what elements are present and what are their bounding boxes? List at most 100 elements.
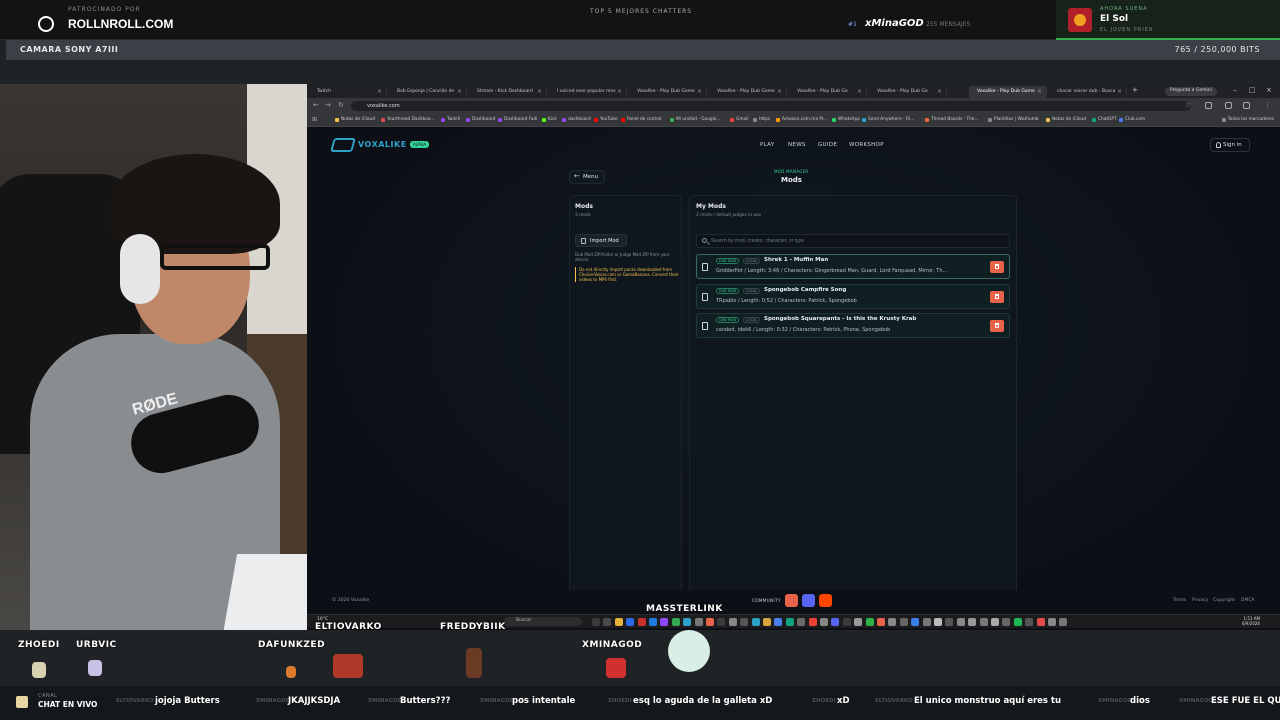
reddit-icon[interactable]	[819, 594, 832, 607]
nav-play[interactable]: PLAY	[760, 142, 774, 148]
delete-mod-button[interactable]	[990, 291, 1004, 303]
bookmark-item[interactable]: Club.com	[1119, 117, 1145, 122]
menu-button[interactable]: ← Menu	[569, 170, 605, 184]
browser-tab[interactable]: Twitch ×	[309, 86, 387, 98]
footer-privacy-link[interactable]: Privacy	[1192, 598, 1208, 603]
taskbar-clock[interactable]: 1:51 AM 6/9/2026	[1242, 616, 1260, 626]
close-icon[interactable]: ×	[697, 88, 702, 95]
profile-icon[interactable]	[1243, 102, 1250, 109]
taskbar-app-icon[interactable]	[934, 618, 942, 626]
extensions-icon[interactable]	[1205, 102, 1212, 109]
nav-workshop[interactable]: WORKSHOP	[849, 142, 884, 148]
footer-copyright-link[interactable]: Copyright	[1213, 598, 1235, 603]
close-window-icon[interactable]: ×	[1266, 86, 1272, 94]
bookmark-item[interactable]: Yourthread Dashboa...	[381, 117, 435, 122]
bookmark-item[interactable]: Thread Boards - The...	[925, 117, 979, 122]
new-tab-icon[interactable]: +	[1132, 86, 1138, 94]
bookmark-item[interactable]: https	[753, 117, 770, 122]
bookmark-item[interactable]: Notas de iCloud	[1046, 117, 1086, 122]
nav-news[interactable]: NEWS	[788, 142, 806, 148]
taskbar-app-icon[interactable]	[831, 618, 840, 626]
browser-tab[interactable]: Bob Esponja | Canción de ×	[389, 86, 467, 98]
taskbar-app-icon[interactable]	[706, 618, 714, 626]
nav-guide[interactable]: GUIDE	[818, 142, 837, 148]
logo-text[interactable]: VOXALIKE	[358, 140, 407, 149]
taskbar-app-icon[interactable]	[774, 618, 783, 626]
mod-list-item[interactable]: DUB MOD LOCAL Spongebob Campfire Song TR…	[696, 284, 1010, 309]
delete-mod-button[interactable]	[990, 320, 1004, 332]
taskbar-app-icon[interactable]	[603, 618, 612, 626]
forward-icon[interactable]: →	[325, 101, 331, 109]
bookmark-item[interactable]: WhatsApp	[832, 117, 860, 122]
taskbar-app-icon[interactable]	[1036, 618, 1045, 626]
bookmark-item[interactable]: Dashboard Fadi	[498, 117, 537, 122]
taskbar-app-icon[interactable]	[797, 618, 806, 626]
taskbar-app-icon[interactable]	[637, 618, 646, 626]
taskbar-app-icon[interactable]	[842, 618, 851, 626]
bookmark-item[interactable]: dashboard	[562, 117, 591, 122]
downloads-icon[interactable]	[1225, 102, 1232, 109]
close-icon[interactable]: ×	[377, 88, 382, 95]
reload-icon[interactable]: ↻	[338, 101, 344, 109]
voxalike-logo-icon[interactable]	[330, 138, 356, 152]
back-icon[interactable]: ←	[313, 101, 319, 109]
taskbar-app-icon[interactable]	[785, 618, 794, 626]
taskbar-app-icon[interactable]	[717, 618, 726, 626]
taskbar-app-icon[interactable]	[865, 618, 874, 626]
taskbar-app-icon[interactable]	[979, 618, 988, 626]
close-icon[interactable]: ×	[857, 88, 862, 95]
taskbar-app-icon[interactable]	[945, 618, 954, 626]
bookmark-item[interactable]: YouTube	[594, 117, 617, 122]
browser-tab[interactable]: Voxalike - Play Dub Ga ×	[869, 86, 947, 98]
taskbar-app-icon[interactable]	[683, 618, 692, 626]
youtube-icon[interactable]	[785, 594, 798, 607]
close-icon[interactable]: ×	[777, 88, 782, 95]
url-field[interactable]	[351, 101, 1191, 111]
browser-tab[interactable]: Stream - Kick Dashboard ×	[469, 86, 547, 98]
close-icon[interactable]: ×	[457, 88, 462, 95]
mod-list-item[interactable]: DUB MOD LOCAL Shrek 1 - Muffin Man Gridd…	[696, 254, 1010, 279]
taskbar-app-icon[interactable]	[740, 618, 749, 626]
taskbar-app-icon[interactable]	[1013, 618, 1022, 626]
taskbar-app-icon[interactable]	[1002, 618, 1011, 626]
taskbar-app-icon[interactable]	[763, 618, 771, 626]
bookmark-star-icon[interactable]: ☆	[1185, 101, 1191, 109]
close-icon[interactable]: ×	[537, 88, 542, 95]
import-mod-button[interactable]: Import Mod	[575, 234, 627, 247]
taskbar-app-icon[interactable]	[991, 618, 999, 626]
browser-tab[interactable]: Voxalike - Play Dub Ga ×	[789, 86, 867, 98]
taskbar-app-icon[interactable]	[751, 618, 760, 626]
taskbar-app-icon[interactable]	[877, 618, 885, 626]
taskbar-app-icon[interactable]	[899, 618, 908, 626]
taskbar-app-icon[interactable]	[592, 618, 600, 626]
taskbar-app-icon[interactable]	[614, 618, 623, 626]
bookmark-item[interactable]: Panel de control	[621, 117, 662, 122]
maximize-icon[interactable]: □	[1249, 86, 1256, 94]
bookmark-item[interactable]: Plantillas | Washumb	[988, 117, 1039, 122]
taskbar-app-icon[interactable]	[888, 618, 897, 626]
browser-tab[interactable]: Voxalike - Play Dub Game ×	[709, 86, 787, 98]
taskbar-app-icon[interactable]	[956, 618, 965, 626]
taskbar-app-icon[interactable]	[820, 618, 828, 626]
taskbar-app-icon[interactable]	[922, 618, 931, 626]
taskbar-app-icon[interactable]	[728, 618, 737, 626]
close-icon[interactable]: ×	[937, 88, 942, 95]
bookmark-item[interactable]: Mi unidad - Google...	[670, 117, 721, 122]
bookmark-item[interactable]: Notas de iCloud	[335, 117, 375, 122]
footer-terms-link[interactable]: Terms	[1173, 598, 1186, 603]
taskbar-app-icon[interactable]	[694, 618, 703, 626]
bookmark-item[interactable]: Amazon.com.mx Pr...	[776, 117, 827, 122]
taskbar-app-icon[interactable]	[911, 618, 920, 626]
close-icon[interactable]: ×	[1117, 88, 1122, 95]
bookmark-item[interactable]: Gmail	[730, 117, 749, 122]
taskbar-app-icon[interactable]	[854, 618, 863, 626]
taskbar-app-icon[interactable]	[808, 618, 817, 626]
mod-list-item[interactable]: DUB MOD LOCAL Spongebob Squarepants - Is…	[696, 313, 1010, 338]
sign-in-button[interactable]: Sign in	[1210, 138, 1250, 152]
browser-tab-active[interactable]: Voxalike - Play Dub Game ×	[969, 86, 1047, 98]
taskbar-app-icon[interactable]	[1059, 618, 1068, 626]
browser-tab[interactable]: I voiced over popular mov ×	[549, 86, 627, 98]
taskbar-app-icon[interactable]	[626, 618, 635, 626]
discord-icon[interactable]	[802, 594, 815, 607]
taskbar-app-icon[interactable]	[660, 618, 669, 626]
